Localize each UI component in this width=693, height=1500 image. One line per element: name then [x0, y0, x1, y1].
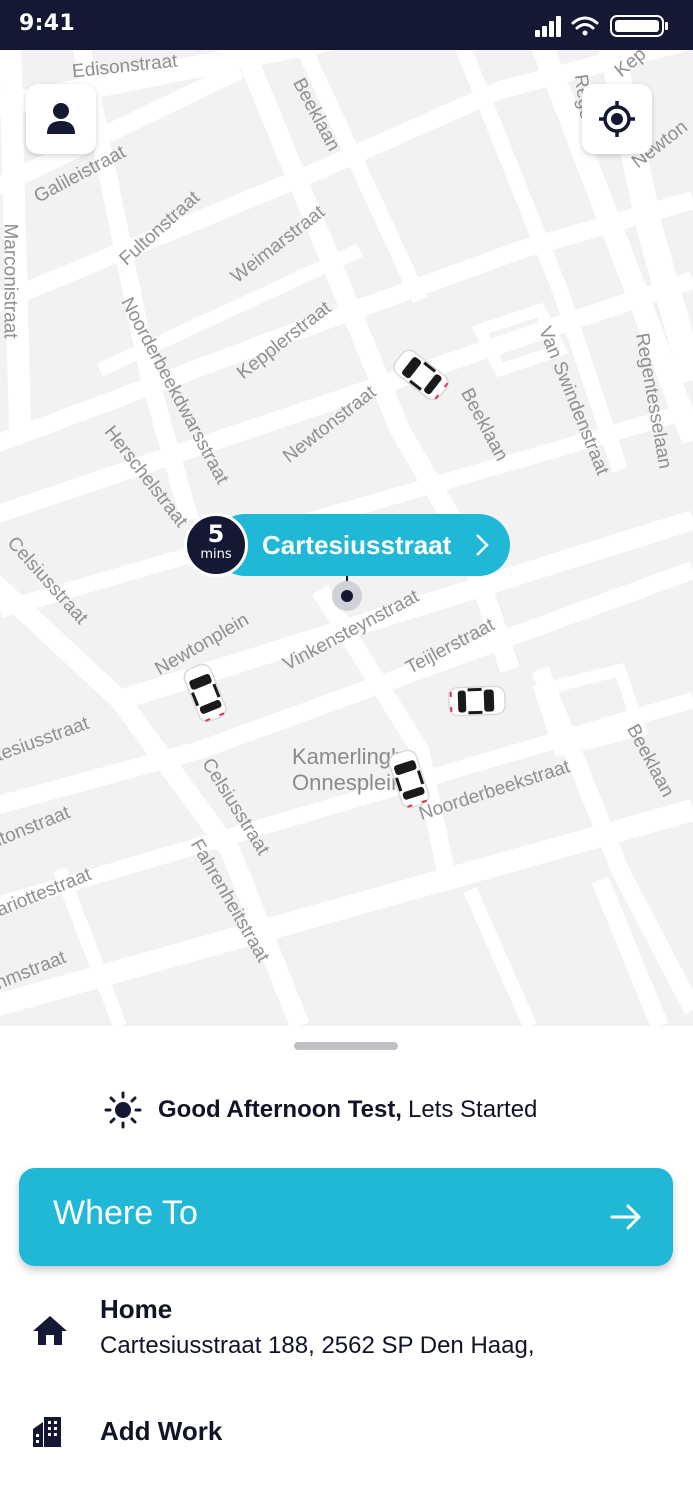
crosshair-icon [599, 101, 635, 137]
locate-me-button[interactable] [582, 84, 652, 154]
home-address: Cartesiusstraat 188, 2562 SP Den Haag, [100, 1332, 535, 1359]
sheet-drag-handle[interactable] [294, 1042, 398, 1050]
poi-label: Onnesplein [292, 770, 404, 795]
car-icon [448, 685, 506, 717]
bottom-sheet: Good Afternoon Test, Lets Started Where … [0, 1026, 693, 1500]
arrow-right-icon [610, 1204, 641, 1230]
greeting: Good Afternoon Test, Lets Started [104, 1090, 537, 1130]
wifi-icon [571, 16, 599, 36]
profile-button[interactable] [26, 84, 96, 154]
saved-place-home[interactable]: Home Cartesiusstraat 188, 2562 SP Den Ha… [0, 1288, 693, 1388]
sun-icon [104, 1091, 142, 1129]
street-label: Marconistraat [0, 223, 21, 339]
status-time: 9:41 [19, 11, 75, 36]
eta-value: 5 [207, 520, 225, 548]
greeting-rest: Lets Started [407, 1096, 538, 1123]
home-icon [33, 1316, 67, 1345]
greeting-bold: Good Afternoon Test, [158, 1096, 402, 1123]
person-icon [47, 103, 75, 134]
chevron-right-icon [476, 534, 489, 556]
pickup-street: Cartesiusstraat [262, 530, 452, 560]
signal-icon [535, 16, 561, 37]
home-title: Home [100, 1294, 173, 1324]
add-work-label: Add Work [100, 1416, 223, 1446]
eta-badge: 5 mins [184, 513, 248, 577]
pickup-street-label: Cartesiusstraat [214, 514, 510, 576]
add-work-item[interactable]: Add Work [0, 1406, 693, 1476]
pickup-location-dot [332, 581, 362, 611]
status-indicators [535, 15, 668, 37]
where-to-button[interactable]: Where To [19, 1168, 673, 1266]
battery-icon [610, 15, 668, 37]
map-view[interactable]: Edisonstraat Galileistraat Marconistraat… [0, 50, 693, 1026]
status-bar: 9:41 [0, 0, 693, 50]
eta-unit: mins [200, 547, 232, 562]
pickup-location-pill[interactable]: Cartesiusstraat 5 mins [184, 513, 510, 578]
where-to-label: Where To [53, 1194, 198, 1232]
office-building-icon [33, 1417, 61, 1447]
